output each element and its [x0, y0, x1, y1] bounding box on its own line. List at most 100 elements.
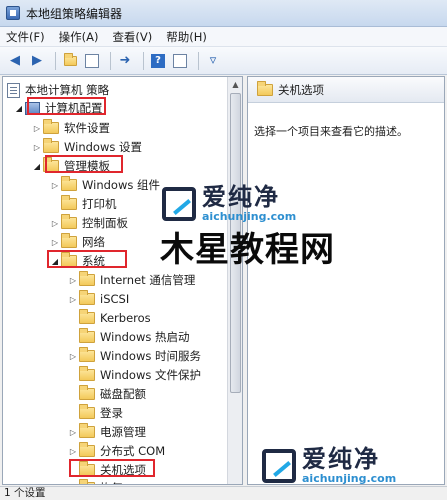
tree-item-windows-components[interactable]: ▷ Windows 组件: [49, 176, 160, 194]
tree-item-label: Internet 通信管理: [100, 273, 196, 287]
highlight-system: [47, 250, 127, 268]
collapsed-arrow-icon[interactable]: ▷: [49, 219, 61, 228]
watermark-logo-text: 爱纯净: [302, 445, 380, 473]
tree-item-control-panel[interactable]: ▷ 控制面板: [49, 214, 128, 232]
tree-item-internet-comm[interactable]: ▷ Internet 通信管理: [67, 271, 195, 289]
tree-item-label: Windows 设置: [64, 140, 142, 154]
tree-item-windows-time[interactable]: ▷ Windows 时间服务: [67, 347, 201, 365]
folder-icon: [79, 404, 95, 419]
watermark-logo-url: aichunjing.com: [302, 472, 397, 485]
collapsed-arrow-icon[interactable]: ▷: [49, 181, 61, 190]
toolbar-separator: [143, 51, 144, 70]
collapsed-arrow-icon[interactable]: ▷: [49, 238, 61, 247]
expanded-arrow-icon[interactable]: ◢: [13, 104, 25, 113]
scroll-up-arrow-icon[interactable]: ▲: [228, 77, 242, 92]
folder-icon: [79, 385, 95, 400]
toolbar-separator: [110, 51, 111, 70]
collapsed-arrow-icon[interactable]: ▷: [67, 352, 79, 361]
filter-icon[interactable]: ▿: [204, 52, 222, 70]
menu-action[interactable]: 操作(A): [59, 29, 99, 45]
watermark-logo-top: 爱纯净 aichunjing.com: [162, 184, 296, 223]
collapsed-arrow-icon[interactable]: ▷: [31, 124, 43, 133]
menu-file[interactable]: 文件(F): [6, 29, 45, 45]
tree-item-power-management[interactable]: ▷ 电源管理: [67, 423, 146, 441]
highlight-shutdown-options: [69, 459, 155, 477]
toolbar-separator: [198, 51, 199, 70]
tree-root-label: 本地计算机 策略: [25, 83, 110, 97]
folder-icon: [79, 328, 95, 343]
folder-icon: [79, 442, 95, 457]
properties-icon[interactable]: [171, 52, 189, 70]
menu-bar: 文件(F) 操作(A) 查看(V) 帮助(H): [0, 27, 447, 47]
forward-arrow-icon[interactable]: ▶: [28, 52, 46, 70]
show-hide-tree-icon[interactable]: [83, 52, 101, 70]
tree-item-label: 登录: [100, 406, 123, 420]
tree-item-printers[interactable]: 打印机: [49, 195, 117, 213]
folder-icon: [79, 290, 95, 305]
tree-scrollbar[interactable]: ▲: [227, 77, 242, 484]
toolbar: ◀ ▶ ➜ ? ▿: [0, 47, 447, 75]
tree-item-iscsi[interactable]: ▷ iSCSI: [67, 290, 129, 308]
tree-item-windows-settings[interactable]: ▷ Windows 设置: [31, 138, 142, 156]
up-folder-icon[interactable]: [61, 52, 79, 70]
menu-view[interactable]: 查看(V): [112, 29, 152, 45]
toolbar-separator: [55, 51, 56, 70]
folder-icon: [257, 80, 273, 96]
tree-item-label: Windows 热启动: [100, 330, 190, 344]
folder-icon: [61, 214, 77, 229]
tree-item-label: 软件设置: [64, 121, 110, 135]
tree-item-windows-file-protection[interactable]: Windows 文件保护: [67, 366, 201, 384]
tree-item-recovery[interactable]: 恢复: [67, 479, 123, 484]
export-list-icon[interactable]: ➜: [116, 52, 134, 70]
back-arrow-icon[interactable]: ◀: [6, 52, 24, 70]
folder-icon: [79, 271, 95, 286]
menu-help[interactable]: 帮助(H): [166, 29, 207, 45]
tree-item-windows-hotstart[interactable]: Windows 热启动: [67, 328, 190, 346]
tree-item-label: 恢复: [100, 480, 123, 484]
collapsed-arrow-icon[interactable]: ▷: [67, 428, 79, 437]
tree-item-software-settings[interactable]: ▷ 软件设置: [31, 119, 110, 137]
title-bar: 本地组策略编辑器: [0, 0, 447, 27]
tree-item-label: 分布式 COM: [100, 444, 166, 458]
details-description: 选择一个项目来查看它的描述。: [254, 125, 408, 138]
tree-item-label: 打印机: [82, 197, 117, 211]
tree-item-label: 磁盘配额: [100, 387, 146, 401]
tree-item-label: 电源管理: [100, 425, 146, 439]
window-title: 本地组策略编辑器: [26, 6, 123, 21]
details-header-title: 关机选项: [278, 82, 324, 97]
highlight-computer-config: [27, 97, 106, 115]
watermark-logo-icon: [162, 186, 196, 221]
collapsed-arrow-icon[interactable]: ▷: [67, 447, 79, 456]
watermark-logo-bottom: 爱纯净 aichunjing.com: [262, 446, 396, 485]
watermark-logo-icon: [262, 448, 296, 483]
tree-item-label: Windows 文件保护: [100, 368, 201, 382]
folder-icon: [79, 347, 95, 362]
highlight-admin-templates: [45, 155, 123, 173]
folder-icon: [43, 138, 59, 153]
expanded-arrow-icon[interactable]: ◢: [31, 162, 43, 171]
tree-item-label: iSCSI: [100, 292, 130, 306]
tree-item-kerberos[interactable]: Kerberos: [67, 309, 151, 327]
policy-editor-icon: [6, 6, 20, 20]
status-bar: 1 个设置: [0, 486, 447, 500]
details-pane: 关机选项 选择一个项目来查看它的描述。: [247, 76, 445, 485]
watermark-logo-text: 爱纯净: [202, 183, 280, 211]
watermark-overlay-text: 木星教程网: [160, 230, 335, 270]
tree-item-logon[interactable]: 登录: [67, 404, 123, 422]
details-header: 关机选项: [248, 77, 444, 103]
policy-document-icon: [7, 82, 20, 98]
folder-icon: [61, 195, 77, 210]
collapsed-arrow-icon[interactable]: ▷: [67, 295, 79, 304]
tree-item-label: 控制面板: [82, 216, 128, 230]
tree-item-label: Windows 组件: [82, 178, 160, 192]
folder-icon: [61, 233, 77, 248]
collapsed-arrow-icon[interactable]: ▷: [31, 143, 43, 152]
collapsed-arrow-icon[interactable]: ▷: [67, 276, 79, 285]
tree-item-label: Windows 时间服务: [100, 349, 201, 363]
tree-item-disk-quota[interactable]: 磁盘配额: [67, 385, 146, 403]
help-icon[interactable]: ?: [149, 52, 167, 70]
tree-item-label: Kerberos: [100, 311, 151, 325]
tree-item-distributed-com[interactable]: ▷ 分布式 COM: [67, 442, 165, 460]
tree-item-network[interactable]: ▷ 网络: [49, 233, 105, 251]
tree-pane: 本地计算机 策略 ◢ 计算机配置 ▷ 软件设置 ▷ Windows 设置 ◢ 管…: [2, 76, 243, 485]
